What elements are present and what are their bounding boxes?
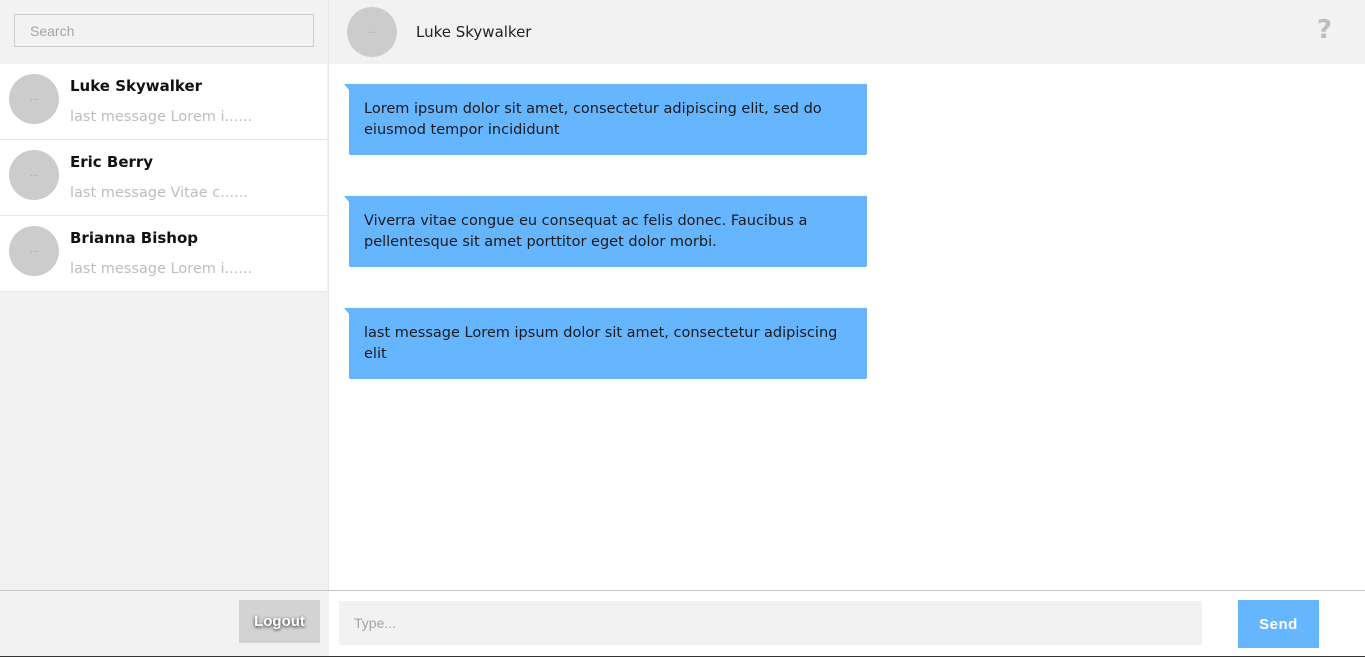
contact-last-message: last message Vitae c...... — [70, 185, 248, 201]
chat-avatar: ••• — [347, 7, 397, 57]
chat-title: Luke Skywalker — [416, 23, 532, 41]
question-mark-icon[interactable]: ? — [1317, 15, 1332, 45]
contact-name: Brianna Bishop — [70, 229, 199, 247]
avatar-placeholder-icon: ••• — [30, 248, 38, 254]
contact-name: Luke Skywalker — [70, 77, 203, 95]
contact-name: Eric Berry — [70, 153, 154, 171]
logout-button[interactable]: Logout — [239, 600, 320, 643]
avatar-placeholder-icon: ••• — [368, 29, 376, 35]
message-bubble: Lorem ipsum dolor sit amet, consectetur … — [344, 84, 867, 155]
avatar: ••• — [9, 74, 59, 124]
sidebar: ••• Luke Skywalker last message Lorem i.… — [0, 0, 329, 590]
message-bubble: last message Lorem ipsum dolor sit amet,… — [344, 308, 867, 379]
contact-list: ••• Luke Skywalker last message Lorem i.… — [0, 64, 327, 292]
avatar: ••• — [9, 150, 59, 200]
avatar-placeholder-icon: ••• — [30, 172, 38, 178]
contact-last-message: last message Lorem i...... — [70, 109, 253, 125]
avatar-placeholder-icon: ••• — [30, 96, 38, 102]
message-input[interactable] — [339, 601, 1202, 645]
search-box — [14, 14, 314, 47]
send-button[interactable]: Send — [1238, 600, 1319, 648]
contact-item-brianna-bishop[interactable]: ••• Brianna Bishop last message Lorem i.… — [0, 216, 327, 292]
contact-item-luke-skywalker[interactable]: ••• Luke Skywalker last message Lorem i.… — [0, 64, 327, 140]
sidebar-footer: Logout — [0, 591, 329, 656]
message-list: Lorem ipsum dolor sit amet, consectetur … — [329, 64, 1365, 590]
contact-item-eric-berry[interactable]: ••• Eric Berry last message Vitae c.....… — [0, 140, 327, 216]
message-composer: Send — [329, 591, 1365, 656]
contact-last-message: last message Lorem i...... — [70, 261, 253, 277]
chat-header: ••• Luke Skywalker ? — [329, 0, 1365, 64]
message-bubble: Viverra vitae congue eu consequat ac fel… — [344, 196, 867, 267]
search-input[interactable] — [14, 14, 314, 47]
footer-bar: Logout Send — [0, 590, 1365, 657]
avatar: ••• — [9, 226, 59, 276]
